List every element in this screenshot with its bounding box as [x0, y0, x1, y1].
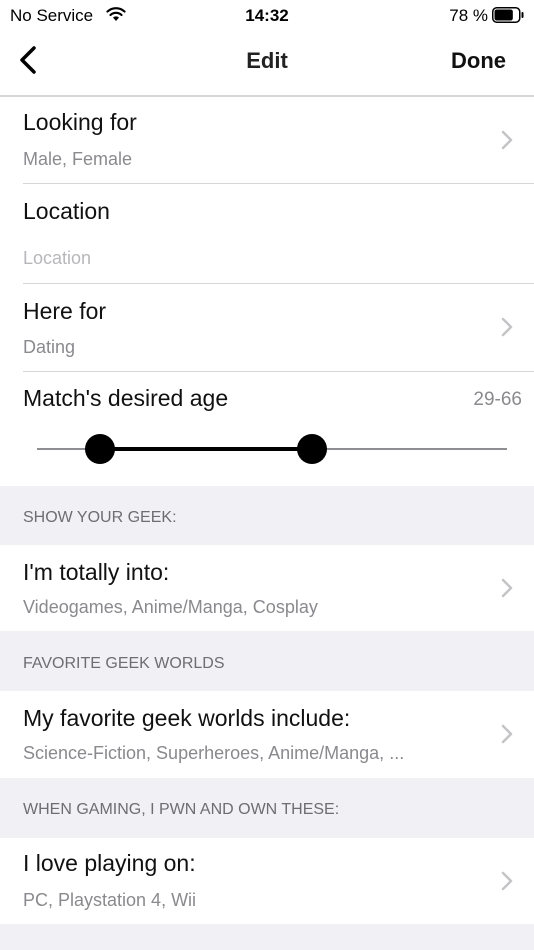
navigation-bar: Edit Done: [0, 32, 534, 90]
here-for-title: Here for: [23, 298, 107, 324]
favorite-worlds-row[interactable]: My favorite geek worlds include: Science…: [0, 691, 534, 778]
battery-percentage: 78 %: [449, 6, 488, 25]
chevron-right-icon: [501, 724, 513, 744]
status-bar: No Service 14:32 78 %: [0, 0, 534, 32]
section-header-label: FAVORITE GEEK WORLDS: [23, 655, 225, 672]
slider-selected-range: [100, 447, 313, 451]
section-header-show-your-geek: SHOW YOUR GEEK:: [0, 486, 534, 545]
chevron-right-icon: [501, 871, 513, 891]
here-for-value: Dating: [23, 337, 76, 357]
chevron-right-icon: [501, 317, 513, 337]
desired-age-value: 29-66: [473, 389, 522, 410]
location-title: Location: [23, 198, 110, 224]
totally-into-row[interactable]: I'm totally into: Videogames, Anime/Mang…: [0, 545, 534, 631]
battery-icon: [492, 7, 524, 23]
back-chevron-icon[interactable]: [14, 42, 44, 78]
looking-for-row[interactable]: Looking for Male, Female: [0, 97, 534, 184]
totally-into-title: I'm totally into:: [23, 559, 170, 585]
totally-into-value: Videogames, Anime/Manga, Cosplay: [23, 597, 318, 617]
love-playing-on-value: PC, Playstation 4, Wii: [23, 890, 197, 910]
location-row[interactable]: Location Location: [0, 184, 534, 284]
slider-max-thumb[interactable]: [297, 434, 328, 464]
favorite-worlds-title: My favorite geek worlds include:: [23, 705, 351, 731]
looking-for-value: Male, Female: [23, 149, 133, 169]
done-button[interactable]: Done: [451, 48, 506, 74]
section-header-label: SHOW YOUR GEEK:: [23, 509, 177, 526]
section-header-label: WHEN GAMING, I PWN AND OWN THESE:: [23, 801, 340, 818]
desired-age-title: Match's desired age: [23, 385, 229, 411]
desired-age-row: Match's desired age 29-66: [0, 372, 534, 486]
love-playing-on-row[interactable]: I love playing on: PC, Playstation 4, Wi…: [0, 838, 534, 924]
love-playing-on-title: I love playing on:: [23, 850, 196, 876]
location-input[interactable]: Location: [23, 248, 91, 269]
slider-min-thumb[interactable]: [85, 434, 116, 464]
here-for-row[interactable]: Here for Dating: [0, 284, 534, 372]
chevron-right-icon: [501, 578, 513, 598]
bottom-section-spacer: [0, 924, 534, 950]
section-header-favorite-geek-worlds: FAVORITE GEEK WORLDS: [0, 631, 534, 691]
looking-for-title: Looking for: [23, 109, 137, 135]
chevron-right-icon: [501, 130, 513, 150]
age-range-slider[interactable]: [37, 429, 507, 469]
favorite-worlds-value: Science-Fiction, Superheroes, Anime/Mang…: [23, 743, 405, 763]
section-header-gaming: WHEN GAMING, I PWN AND OWN THESE:: [0, 778, 534, 838]
